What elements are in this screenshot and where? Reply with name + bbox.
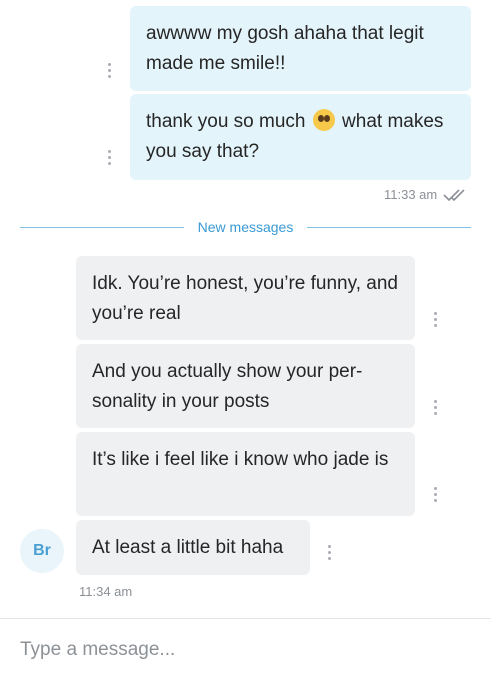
message-input-placeholder[interactable]: Type a message... xyxy=(20,639,175,661)
pleading-face-icon xyxy=(312,109,335,131)
message-text: Idk. You’re honest, you’re funny, and yo… xyxy=(92,273,398,324)
message-text: thank you so much xyxy=(146,111,306,132)
read-receipt-icon xyxy=(443,189,465,202)
divider-line xyxy=(307,227,471,228)
message-text: awwww my gosh ahaha that legit made me s… xyxy=(146,23,424,74)
message-options-icon[interactable] xyxy=(434,487,438,503)
message-options-icon[interactable] xyxy=(328,545,332,561)
incoming-message[interactable]: Idk. You’re honest, you’re funny, and yo… xyxy=(76,256,415,340)
message-options-icon[interactable] xyxy=(434,400,438,416)
incoming-message[interactable]: And you actually show your per-sonality … xyxy=(76,344,415,428)
outgoing-message[interactable]: thank you so much what makes you say tha… xyxy=(130,94,471,180)
avatar[interactable]: Br xyxy=(20,529,64,573)
sent-timestamp: 11:33 am xyxy=(384,187,438,202)
message-composer[interactable]: Type a message... xyxy=(0,618,491,681)
incoming-message[interactable]: At least a little bit haha xyxy=(76,520,310,575)
message-options-icon[interactable] xyxy=(108,63,112,79)
message-text: It’s like i feel like i know who jade is xyxy=(92,449,389,470)
message-options-icon[interactable] xyxy=(108,150,112,166)
message-text: And you actually show your per-sonality … xyxy=(92,361,363,412)
received-timestamp: 11:34 am xyxy=(79,584,133,599)
avatar-initials: Br xyxy=(33,542,51,559)
message-text: At least a little bit haha xyxy=(92,537,284,558)
incoming-message[interactable]: It’s like i feel like i know who jade is xyxy=(76,432,415,516)
outgoing-message[interactable]: awwww my gosh ahaha that legit made me s… xyxy=(130,6,471,91)
message-options-icon[interactable] xyxy=(434,312,438,328)
